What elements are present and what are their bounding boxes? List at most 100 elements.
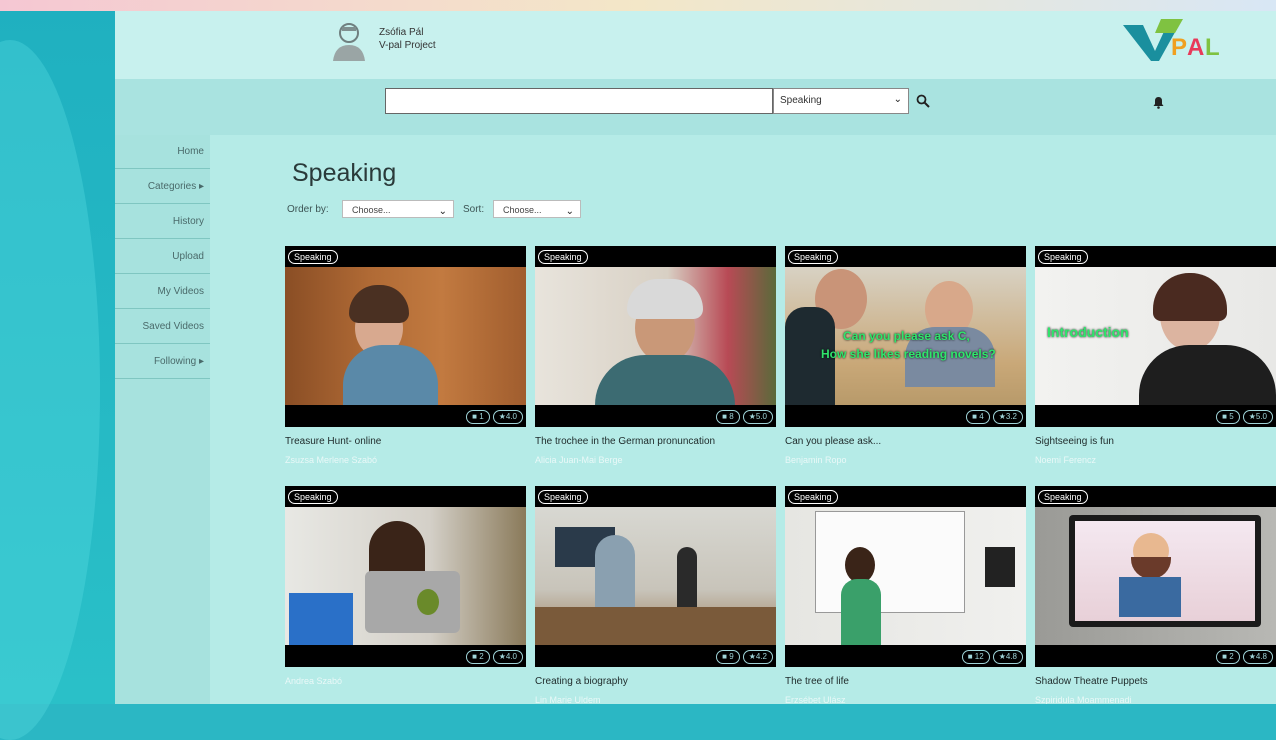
user-avatar-icon[interactable]: [331, 21, 367, 61]
order-by-select[interactable]: Choose... ⌄: [342, 200, 454, 218]
video-badges: ■ 2 ★4.0: [466, 650, 523, 664]
bell-icon[interactable]: [1153, 96, 1164, 109]
video-badges: ■ 5 ★5.0: [1216, 410, 1273, 424]
rating-badge: ★3.2: [992, 410, 1023, 424]
category-tag: Speaking: [538, 490, 588, 504]
vpal-logo[interactable]: P A L: [1121, 15, 1225, 63]
background-left: [0, 0, 118, 740]
video-thumbnail[interactable]: Introduction Speaking ■ 5 ★5.0: [1035, 246, 1276, 427]
rating-badge: ★5.0: [742, 410, 773, 424]
search-icon[interactable]: [916, 94, 930, 108]
video-title[interactable]: The trochee in the German pronuncation: [535, 436, 776, 447]
chevron-down-icon: ⌄: [438, 206, 447, 217]
sidebar-item-home[interactable]: Home: [115, 135, 210, 169]
rating-value: 4.8: [1005, 652, 1017, 661]
sort-value: Choose...: [503, 205, 542, 215]
video-thumbnail[interactable]: Speaking ■ 9 ★4.2: [535, 486, 776, 667]
video-thumbnail[interactable]: Speaking ■ 8 ★5.0: [535, 246, 776, 427]
sidebar-item-categories[interactable]: Categories ▸: [115, 170, 210, 204]
sidebar-item-following[interactable]: Following ▸: [115, 345, 210, 379]
video-card[interactable]: Speaking ■ 9 ★4.2 Creating a biography L…: [535, 486, 776, 704]
video-author[interactable]: Benjamin Ropo: [785, 455, 1026, 465]
video-title[interactable]: Sightseeing is fun: [1035, 436, 1276, 447]
video-card[interactable]: Can you please ask C, How she likes read…: [785, 246, 1026, 465]
sidebar: Home Categories ▸ History Upload My Vide…: [115, 135, 210, 704]
sort-select[interactable]: Choose... ⌄: [493, 200, 581, 218]
video-card[interactable]: Introduction Speaking ■ 5 ★5.0 Sightseei…: [1035, 246, 1276, 465]
comment-count: 1: [479, 412, 484, 421]
video-title[interactable]: Treasure Hunt- online: [285, 436, 526, 447]
video-author[interactable]: Alicia Juan-Mai Berge: [535, 455, 776, 465]
comment-count: 2: [1229, 652, 1234, 661]
video-card[interactable]: Speaking ■ 2 ★4.0 Andrea Szabó: [285, 486, 526, 686]
video-thumbnail[interactable]: Can you please ask C, How she likes read…: [785, 246, 1026, 427]
video-author[interactable]: Szpiridula Moammenadi: [1035, 695, 1276, 704]
page-title: Speaking: [292, 159, 397, 187]
video-title[interactable]: Shadow Theatre Puppets: [1035, 676, 1276, 687]
video-preview: Introduction: [1035, 267, 1276, 405]
comment-count: 9: [729, 652, 734, 661]
comment-count: 12: [974, 652, 984, 661]
comment-count: 4: [979, 412, 984, 421]
comment-icon: ■: [1222, 412, 1228, 421]
video-thumbnail[interactable]: Speaking ■ 1 ★4.0: [285, 246, 526, 427]
sidebar-item-upload[interactable]: Upload: [115, 240, 210, 274]
category-tag: Speaking: [288, 490, 338, 504]
video-card[interactable]: Speaking ■ 1 ★4.0 Treasure Hunt- online …: [285, 246, 526, 465]
search-input[interactable]: [385, 88, 773, 114]
video-badges: ■ 1 ★4.0: [466, 410, 523, 424]
category-tag: Speaking: [788, 250, 838, 264]
video-preview: Can you please ask C, How she likes read…: [785, 267, 1026, 405]
svg-text:P: P: [1171, 34, 1187, 61]
rating-badge: ★4.0: [492, 650, 523, 664]
category-tag: Speaking: [1038, 250, 1088, 264]
order-by-label: Order by:: [287, 204, 329, 215]
comment-count: 2: [479, 652, 484, 661]
comment-icon: ■: [472, 652, 478, 661]
chevron-down-icon: ⌄: [893, 94, 902, 105]
star-icon: ★: [748, 652, 756, 661]
video-thumbnail[interactable]: Speaking ■ 12 ★4.8: [785, 486, 1026, 667]
video-preview: [785, 507, 1026, 645]
video-author[interactable]: Zsuzsa Merlene Szabó: [285, 455, 526, 465]
video-thumbnail[interactable]: Speaking ■ 2 ★4.8: [1035, 486, 1276, 667]
category-tag: Speaking: [788, 490, 838, 504]
background-top: [0, 0, 1276, 11]
sidebar-item-saved-videos[interactable]: Saved Videos: [115, 310, 210, 344]
video-title[interactable]: The tree of life: [785, 676, 1026, 687]
comment-count-badge: ■ 8: [716, 410, 740, 424]
rating-value: 4.0: [505, 412, 517, 421]
video-author[interactable]: Andrea Szabó: [285, 676, 526, 686]
category-tag: Speaking: [1038, 490, 1088, 504]
rating-badge: ★4.8: [1242, 650, 1273, 664]
rating-value: 4.0: [505, 652, 517, 661]
sidebar-item-my-videos[interactable]: My Videos: [115, 275, 210, 309]
search-category-select[interactable]: Speaking ⌄: [773, 88, 909, 114]
rating-badge: ★4.0: [492, 410, 523, 424]
app-window: Zsófia Pál V-pal Project P A L Speaking …: [115, 11, 1276, 704]
comment-icon: ■: [472, 412, 478, 421]
video-author[interactable]: Erzsébet Ulász: [785, 695, 1026, 704]
video-title[interactable]: Can you please ask...: [785, 436, 1026, 447]
rating-value: 4.8: [1255, 652, 1267, 661]
comment-count-badge: ■ 12: [961, 650, 990, 664]
comment-count-badge: ■ 4: [966, 410, 990, 424]
video-card[interactable]: Speaking ■ 8 ★5.0 The trochee in the Ger…: [535, 246, 776, 465]
video-thumbnail[interactable]: Speaking ■ 2 ★4.0: [285, 486, 526, 667]
video-author[interactable]: Noemi Ferencz: [1035, 455, 1276, 465]
star-icon: ★: [998, 412, 1006, 421]
rating-value: 5.0: [755, 412, 767, 421]
video-card[interactable]: Speaking ■ 12 ★4.8 The tree of life Erzs…: [785, 486, 1026, 704]
video-badges: ■ 12 ★4.8: [961, 650, 1023, 664]
video-title[interactable]: Creating a biography: [535, 676, 776, 687]
rating-value: 3.2: [1005, 412, 1017, 421]
video-caption-line: Introduction: [1047, 324, 1129, 340]
video-card[interactable]: Speaking ■ 2 ★4.8 Shadow Theatre Puppets…: [1035, 486, 1276, 704]
sidebar-item-history[interactable]: History: [115, 205, 210, 239]
video-preview: [1035, 507, 1276, 645]
video-preview: [285, 267, 526, 405]
video-author[interactable]: Lin Marie Uldem: [535, 695, 776, 704]
comment-icon: ■: [722, 412, 728, 421]
comment-count-badge: ■ 1: [466, 410, 490, 424]
video-badges: ■ 2 ★4.8: [1216, 650, 1273, 664]
